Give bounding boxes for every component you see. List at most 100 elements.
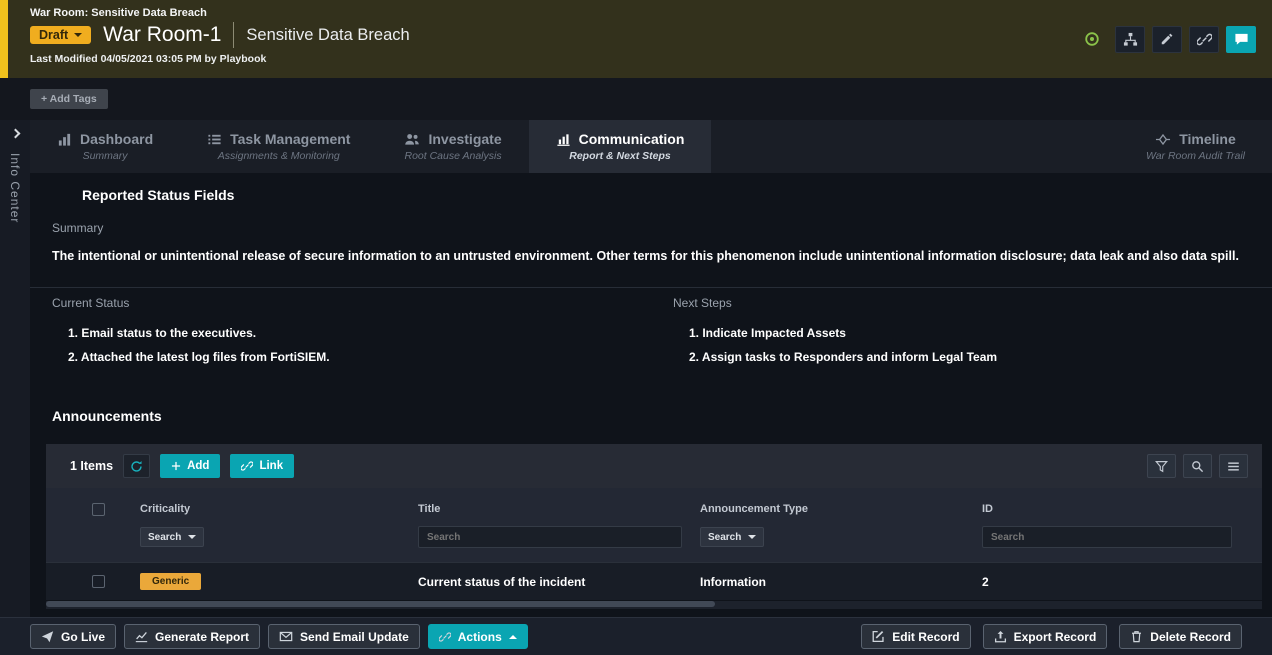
go-live-button[interactable]: Go Live	[30, 624, 116, 649]
current-status-item: 1. Email status to the executives.	[68, 326, 651, 340]
tab-spacer	[711, 120, 1119, 173]
column-search-row: Search Search	[46, 522, 1262, 552]
id-search-input[interactable]	[982, 526, 1232, 548]
summary-label: Summary	[52, 221, 1272, 235]
chevron-down-icon	[74, 33, 82, 37]
title-row: Draft War Room-1 Sensitive Data Breach	[30, 22, 410, 48]
tab-timeline[interactable]: Timeline War Room Audit Trail	[1119, 120, 1272, 173]
summary-text: The intentional or unintentional release…	[52, 247, 1248, 265]
tags-row: + Add Tags	[0, 78, 1272, 120]
search-dropdown-label: Search	[708, 532, 741, 543]
horizontal-scrollbar	[46, 601, 1262, 609]
row-title: Current status of the incident	[402, 575, 684, 589]
refresh-icon	[130, 460, 143, 473]
column-header-type[interactable]: Announcement Type	[684, 503, 966, 515]
grid-menu-button[interactable]	[1219, 454, 1248, 478]
search-button[interactable]	[1183, 454, 1212, 478]
link-icon	[1197, 32, 1212, 47]
tab-label: Timeline	[1179, 131, 1236, 147]
comments-icon	[1234, 32, 1249, 47]
items-count: 1 Items	[70, 459, 113, 473]
export-record-label: Export Record	[1014, 630, 1097, 644]
column-header-title[interactable]: Title	[402, 503, 684, 515]
generate-report-label: Generate Report	[155, 630, 249, 644]
status-badge-label: Draft	[39, 28, 68, 42]
current-status-list: 1. Email status to the executives. 2. At…	[68, 326, 651, 364]
search-dropdown-label: Search	[148, 532, 181, 543]
status-dropdown[interactable]: Draft	[30, 26, 91, 44]
warroom-header: War Room: Sensitive Data Breach Draft Wa…	[0, 0, 1272, 78]
tab-subtitle: Report & Next Steps	[569, 150, 671, 162]
info-center-label[interactable]: Info Center	[8, 153, 22, 223]
tab-task-management[interactable]: Task Management Assignments & Monitoring	[180, 120, 377, 173]
current-status-label: Current Status	[52, 296, 651, 310]
funnel-icon	[1155, 460, 1168, 473]
actions-label: Actions	[458, 630, 502, 644]
send-email-update-button[interactable]: Send Email Update	[268, 624, 420, 649]
link-announcement-button[interactable]: Link	[230, 454, 294, 478]
column-header-id[interactable]: ID	[966, 503, 1262, 515]
criticality-badge: Generic	[140, 573, 201, 590]
link-button-label: Link	[259, 460, 283, 472]
tab-label: Task Management	[230, 131, 350, 147]
row-checkbox[interactable]	[92, 575, 105, 588]
link-icon	[241, 460, 253, 472]
tab-communication[interactable]: Communication Report & Next Steps	[529, 120, 712, 173]
current-status-item: 2. Attached the latest log files from Fo…	[68, 350, 651, 364]
reported-status-heading: Reported Status Fields	[82, 187, 1272, 203]
tab-bar: Dashboard Summary Task Management Assign…	[30, 120, 1272, 173]
type-search-dropdown[interactable]: Search	[700, 527, 764, 547]
criticality-search-dropdown[interactable]: Search	[140, 527, 204, 547]
expand-chevron-icon[interactable]	[10, 129, 20, 139]
comments-button[interactable]	[1226, 26, 1256, 53]
export-record-button[interactable]: Export Record	[983, 624, 1108, 649]
next-steps-label: Next Steps	[673, 296, 1272, 310]
section-divider	[30, 287, 1272, 288]
add-tags-button[interactable]: + Add Tags	[30, 89, 108, 109]
trash-icon	[1130, 630, 1143, 643]
select-all-checkbox[interactable]	[92, 503, 105, 516]
column-header-criticality[interactable]: Criticality	[124, 503, 402, 515]
title-search-input[interactable]	[418, 526, 682, 548]
link-button[interactable]	[1189, 26, 1219, 53]
add-announcement-button[interactable]: Add	[160, 454, 220, 478]
export-icon	[994, 630, 1007, 643]
delete-record-button[interactable]: Delete Record	[1119, 624, 1242, 649]
row-id: 2	[966, 575, 1262, 589]
status-columns: Current Status 1. Email status to the ex…	[30, 296, 1272, 374]
main-area: Dashboard Summary Task Management Assign…	[30, 120, 1272, 617]
tab-label: Communication	[579, 131, 685, 147]
timeline-milestone-icon	[1155, 132, 1171, 147]
row-type: Information	[684, 575, 966, 589]
page-subtitle: Sensitive Data Breach	[246, 26, 409, 45]
table-row[interactable]: Generic Current status of the incident I…	[46, 562, 1262, 600]
magnifier-icon	[1191, 460, 1204, 473]
next-steps-column: Next Steps 1. Indicate Impacted Assets 2…	[651, 296, 1272, 374]
chevron-down-icon	[748, 535, 756, 539]
body-row: Info Center Dashboard Summary	[0, 120, 1272, 617]
tab-label: Investigate	[428, 131, 501, 147]
actions-button[interactable]: Actions	[428, 624, 528, 649]
tab-investigate[interactable]: Investigate Root Cause Analysis	[377, 120, 528, 173]
filter-button[interactable]	[1147, 454, 1176, 478]
tab-dashboard[interactable]: Dashboard Summary	[30, 120, 180, 173]
edit-button[interactable]	[1152, 26, 1182, 53]
tab-label: Dashboard	[80, 131, 153, 147]
go-live-label: Go Live	[61, 630, 105, 644]
generate-report-button[interactable]: Generate Report	[124, 624, 260, 649]
communication-chart-icon	[556, 132, 571, 147]
scrollbar-thumb[interactable]	[46, 601, 715, 607]
grid-toolbar-right	[1147, 454, 1248, 478]
team-icon	[1123, 32, 1138, 47]
refresh-button[interactable]	[123, 454, 150, 478]
title-divider	[233, 22, 234, 48]
team-button[interactable]	[1115, 26, 1145, 53]
header-left: War Room: Sensitive Data Breach Draft Wa…	[30, 0, 410, 78]
send-icon	[41, 630, 54, 643]
warroom-page: War Room: Sensitive Data Breach Draft Wa…	[0, 0, 1272, 655]
status-indicator-icon	[1084, 31, 1100, 47]
column-header-row: Criticality Title Announcement Type ID	[46, 496, 1262, 522]
announcements-heading: Announcements	[52, 408, 1272, 424]
edit-record-button[interactable]: Edit Record	[861, 624, 970, 649]
plus-icon	[171, 461, 181, 471]
